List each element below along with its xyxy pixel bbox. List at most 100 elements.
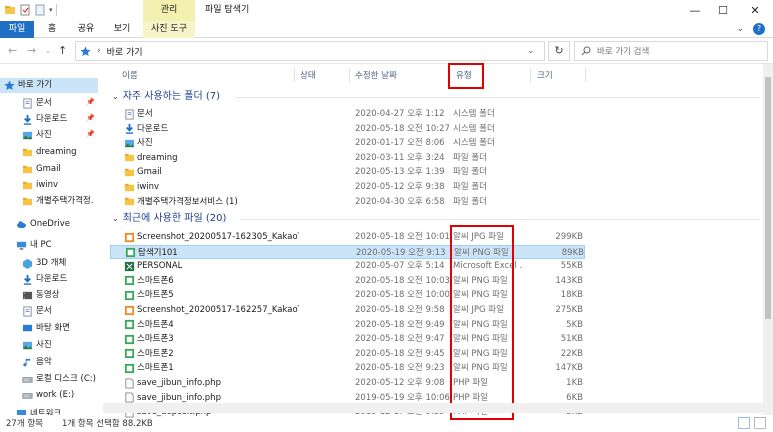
sidebar-item[interactable]: 문서 xyxy=(22,304,52,319)
sidebar-item-label: 문서 xyxy=(36,306,52,316)
column-divider[interactable] xyxy=(448,68,449,82)
close-button[interactable]: ✕ xyxy=(740,0,770,21)
group-header-frequent[interactable]: ⌄ 자주 사용하는 폴더 (7) xyxy=(112,89,220,104)
item-type: 알씨 PNG 파일 xyxy=(453,363,508,374)
maximize-button[interactable]: ☐ xyxy=(708,0,738,21)
file-row[interactable]: 스마트폰4 2020-05-18 오전 9:49 알씨 PNG 파일 5KB xyxy=(110,318,585,332)
sidebar-item[interactable]: 음악 xyxy=(22,355,52,370)
sidebar-item[interactable]: Gmail xyxy=(22,162,61,177)
search-input[interactable]: 바로 가기 검색 xyxy=(574,41,768,61)
sidebar-item[interactable]: work (E:) xyxy=(22,388,74,403)
address-bar[interactable]: › 바로 가기 xyxy=(75,41,545,61)
php-file-icon xyxy=(124,377,134,389)
documents-icon xyxy=(22,98,33,109)
folder-row[interactable]: dreaming 2020-03-11 오후 3:24 파일 폴더 xyxy=(110,151,585,165)
group-collapse-chevron-icon[interactable]: ⌄ xyxy=(112,211,119,226)
customize-qa-chevron-icon[interactable]: ▾ xyxy=(49,6,53,14)
folder-icon xyxy=(22,164,33,175)
column-header-type[interactable]: 유형 xyxy=(456,68,472,84)
pin-icon[interactable]: 📌 xyxy=(86,98,95,106)
item-date: 2020-05-18 오전 9:49 xyxy=(355,319,445,330)
folder-row[interactable]: 다운로드 2020-05-18 오전 10:27 시스템 폴더 xyxy=(110,122,585,136)
sidebar-item[interactable]: dreaming xyxy=(22,145,77,160)
up-arrow-icon[interactable]: ↑ xyxy=(58,44,67,57)
network-icon xyxy=(16,409,27,415)
file-row[interactable]: Screenshot_20200517-162305_KakaoTa... 202… xyxy=(110,230,585,244)
sidebar-item[interactable]: 동영상 xyxy=(22,288,59,303)
forward-arrow-icon[interactable]: → xyxy=(27,44,36,57)
sidebar-item[interactable]: iwinv xyxy=(22,178,58,193)
sidebar-item[interactable]: 바탕 화면 xyxy=(22,321,70,336)
vertical-scrollbar-thumb[interactable] xyxy=(765,77,771,319)
details-view-button[interactable] xyxy=(738,417,750,429)
horizontal-scrollbar[interactable] xyxy=(103,403,763,413)
column-header-name[interactable]: 이름 xyxy=(122,68,138,84)
sidebar-item[interactable]: 사진 xyxy=(22,128,52,143)
folder-row[interactable]: Gmail 2020-05-13 오후 1:39 파일 폴더 xyxy=(110,165,585,179)
sidebar-item[interactable]: 로컬 디스크 (C:) xyxy=(22,372,96,387)
item-date: 2020-05-19 오전 9:13 xyxy=(356,247,446,258)
column-header-size[interactable]: 크기 xyxy=(537,68,553,84)
folder-row[interactable]: 문서 2020-04-27 오후 1:12 시스템 폴더 xyxy=(110,107,585,121)
item-type: 파일 폴더 xyxy=(453,182,487,192)
recent-locations-chevron-icon[interactable]: ⌄ xyxy=(45,47,51,55)
sidebar-item[interactable]: 3D 개체 xyxy=(22,256,66,271)
column-header-status[interactable]: 상태 xyxy=(300,68,316,84)
file-row[interactable]: 스마트폰3 2020-05-18 오전 9:47 알씨 PNG 파일 51KB xyxy=(110,332,585,346)
file-row[interactable]: PERSONAL 2020-05-07 오후 5:14 Microsoft Exce… xyxy=(110,259,585,273)
minimize-button[interactable]: — xyxy=(680,0,710,21)
documents-icon xyxy=(124,108,134,120)
sidebar-item-label: dreaming xyxy=(36,147,77,157)
sidebar-item[interactable]: 다운로드 xyxy=(22,272,67,287)
column-divider[interactable] xyxy=(585,68,586,82)
item-name-cell: Screenshot_20200517-162257_KakaoTalk xyxy=(124,303,299,317)
pictures-icon xyxy=(124,138,135,149)
group-header-recent[interactable]: ⌄ 최근에 사용한 파일 (20) xyxy=(112,211,226,226)
folder-row[interactable]: iwinv 2020-05-12 오후 9:38 파일 폴더 xyxy=(110,180,585,194)
back-arrow-icon[interactable]: ← xyxy=(8,44,17,57)
item-date: 2020-05-13 오후 1:39 xyxy=(355,167,445,178)
breadcrumb[interactable]: 바로 가기 xyxy=(107,45,143,58)
sidebar-item[interactable]: 다운로드 xyxy=(22,112,67,127)
sidebar-item[interactable]: 바로 가기 xyxy=(0,78,98,93)
tab-view[interactable]: 보기 xyxy=(108,21,136,38)
pane-splitter[interactable] xyxy=(101,64,109,415)
address-dropdown-chevron-icon[interactable]: ⌄ xyxy=(527,41,535,61)
large-icons-view-button[interactable] xyxy=(754,417,766,429)
pin-icon[interactable]: 📌 xyxy=(86,114,95,122)
sidebar-item[interactable]: OneDrive xyxy=(16,217,70,232)
file-row[interactable]: save_jibun_info.php 2020-05-12 오후 9:08 PHP… xyxy=(110,376,585,390)
sidebar-item[interactable]: 네트워크 xyxy=(16,407,61,415)
sidebar-item[interactable]: 문서 xyxy=(22,96,52,111)
sidebar-item[interactable]: 개별주택가격정. xyxy=(22,194,93,209)
tab-home[interactable]: 홈 xyxy=(40,21,64,38)
column-divider[interactable] xyxy=(349,68,350,82)
cloud-icon xyxy=(16,219,27,230)
tab-file[interactable]: 파일 xyxy=(0,21,34,38)
help-icon[interactable]: ? xyxy=(753,23,765,35)
item-type: 알씨 PNG 파일 xyxy=(453,348,508,359)
item-name: save_jibun_info.php xyxy=(137,378,221,388)
new-folder-icon[interactable] xyxy=(34,4,46,16)
folder-row[interactable]: 개별주택가격정보서비스 (1) 2020-04-30 오후 6:58 파일 폴더 xyxy=(110,195,585,209)
refresh-button[interactable]: ↻ xyxy=(548,41,570,61)
group-collapse-chevron-icon[interactable]: ⌄ xyxy=(112,89,119,104)
tab-share[interactable]: 공유 xyxy=(72,21,100,38)
sidebar-item[interactable]: 사진 xyxy=(22,338,52,353)
expand-ribbon-chevron-icon[interactable]: ⌄ xyxy=(737,24,745,34)
column-divider[interactable] xyxy=(530,68,531,82)
file-row[interactable]: Screenshot_20200517-162257_KakaoTalk 2020… xyxy=(110,303,585,317)
column-divider[interactable] xyxy=(294,68,295,82)
pin-icon[interactable]: 📌 xyxy=(86,130,95,138)
file-row[interactable]: 스마트폰6 2020-05-18 오전 10:03 알씨 PNG 파일 143KB xyxy=(110,274,585,288)
column-header-modified[interactable]: 수정한 날짜 xyxy=(355,68,397,84)
tab-picture-tools[interactable]: 사진 도구 xyxy=(143,21,195,38)
file-row[interactable]: 스마트폰5 2020-05-18 오전 10:00 알씨 PNG 파일 18KB xyxy=(110,288,585,302)
file-row[interactable]: 스마트폰1 2020-05-18 오전 9:23 알씨 PNG 파일 147KB xyxy=(110,361,585,375)
file-row[interactable]: 탐색기101 2020-05-19 오전 9:13 알씨 PNG 파일 89KB xyxy=(110,244,585,259)
folder-row[interactable]: 사진 2020-01-17 오전 8:06 시스템 폴더 xyxy=(110,136,585,150)
sidebar-item[interactable]: 내 PC xyxy=(16,238,52,253)
properties-icon[interactable] xyxy=(19,4,31,16)
file-row[interactable]: 스마트폰2 2020-05-18 오전 9:45 알씨 PNG 파일 22KB xyxy=(110,347,585,361)
item-type: 알씨 JPG 파일 xyxy=(453,305,504,315)
